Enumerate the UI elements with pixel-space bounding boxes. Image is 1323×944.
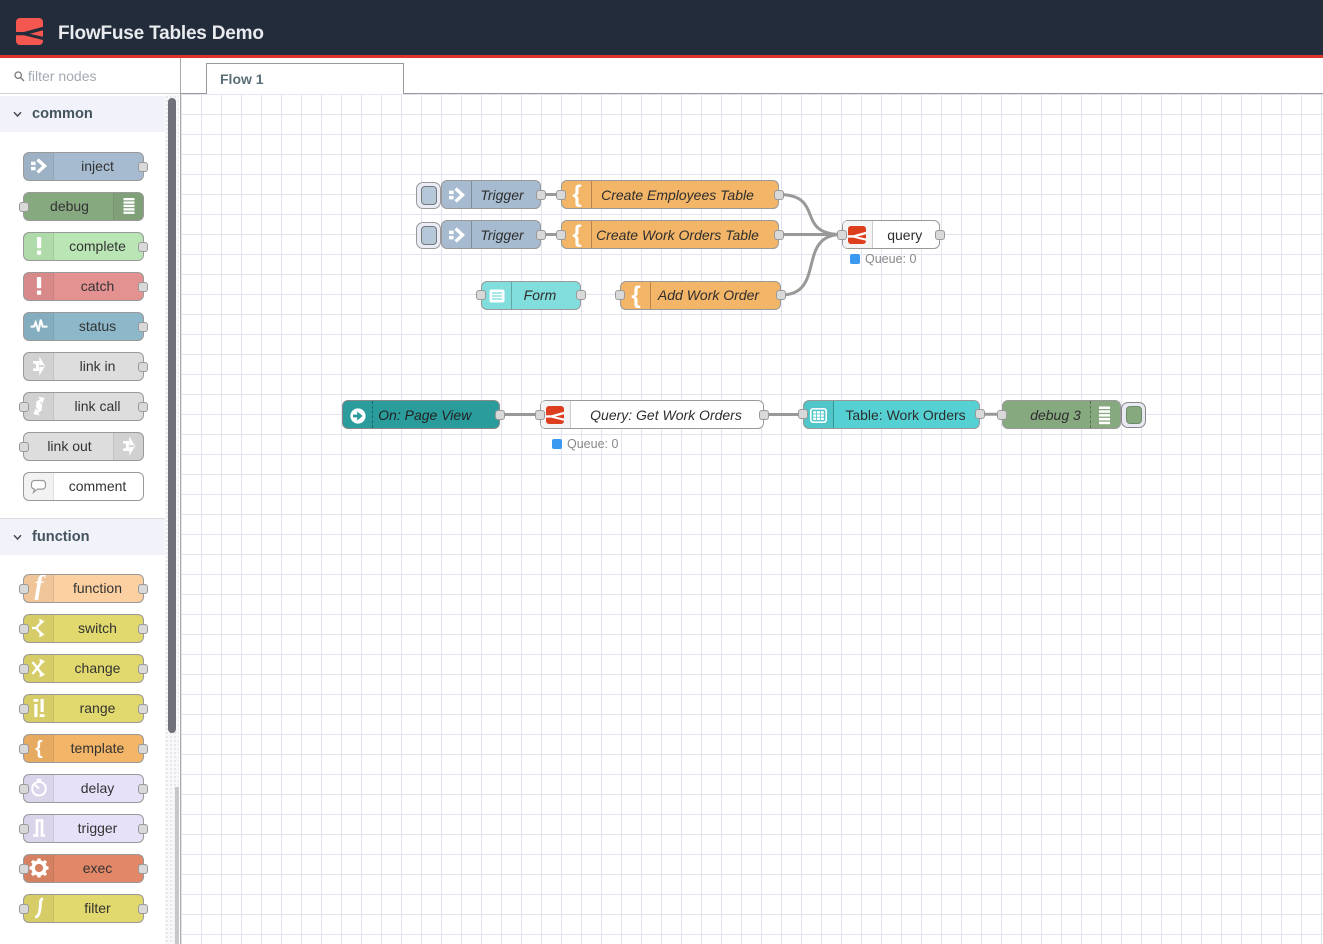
svg-text:{: {: [35, 738, 42, 758]
svg-text:{: {: [631, 283, 640, 309]
svg-text:f: f: [34, 575, 46, 600]
svg-text:{: {: [572, 182, 581, 208]
svg-text:{: {: [572, 222, 581, 248]
